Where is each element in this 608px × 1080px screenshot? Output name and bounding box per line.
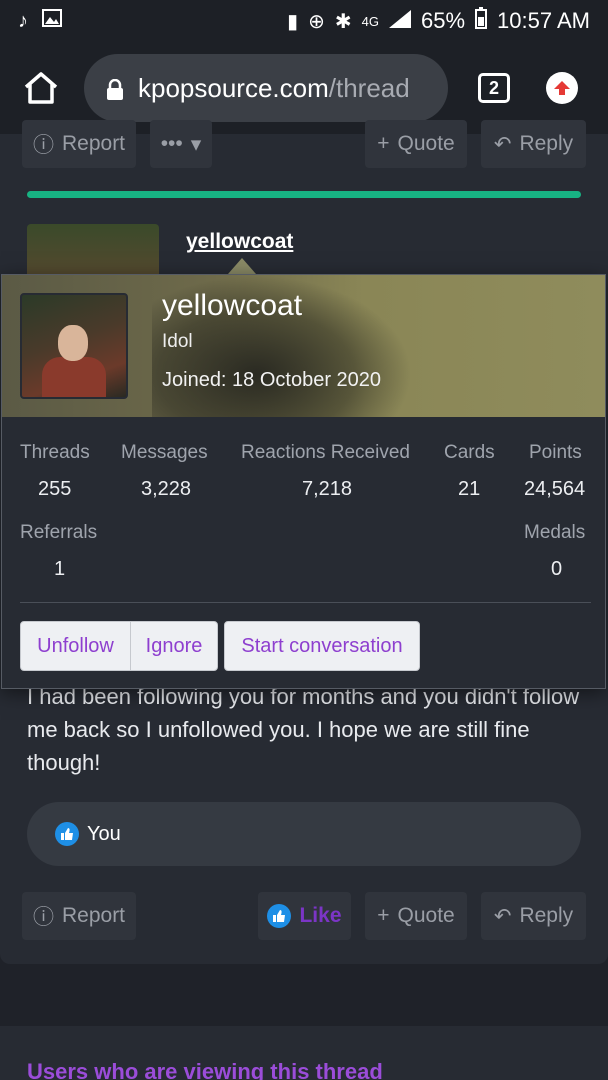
url-host: kpopsource.com bbox=[138, 72, 329, 103]
stat-threads-label: Threads bbox=[20, 442, 90, 463]
bluetooth-icon: ✱ bbox=[334, 10, 352, 33]
stat-points-value: 24,564 bbox=[524, 478, 586, 500]
stat-cards-label: Cards bbox=[444, 442, 495, 463]
post-message: I had been following you for months and … bbox=[27, 684, 580, 775]
warning-icon: ⓘ bbox=[32, 906, 54, 929]
status-bar: ♪ ▮ ⊕ ✱ 4G 65% 10:57 AM bbox=[0, 0, 608, 42]
popup-avatar[interactable] bbox=[20, 293, 128, 399]
stat-messages-label: Messages bbox=[121, 442, 208, 463]
update-icon[interactable] bbox=[546, 72, 578, 104]
reactions-bar[interactable]: You bbox=[27, 802, 581, 866]
stat-medals-value: 0 bbox=[551, 558, 563, 580]
home-icon[interactable] bbox=[22, 69, 60, 107]
stat-points-label: Points bbox=[529, 442, 582, 463]
reply-arrow-icon: ↶ bbox=[493, 132, 512, 156]
popup-joined-date: Joined: 18 October 2020 bbox=[162, 369, 382, 391]
plus-icon: + bbox=[377, 132, 390, 155]
warning-icon: ⓘ bbox=[32, 134, 54, 157]
report-button-top[interactable]: ⓘ Report bbox=[22, 120, 136, 168]
stat-cards-value: 21 bbox=[458, 478, 481, 500]
viewing-section-title[interactable]: Users who are viewing this thread bbox=[27, 1059, 383, 1080]
stat-medals-label: Medals bbox=[524, 522, 586, 543]
popup-username[interactable]: yellowcoat bbox=[162, 289, 302, 323]
poster-username[interactable]: yellowcoat bbox=[186, 230, 293, 254]
tab-switcher-button[interactable]: 2 bbox=[478, 73, 510, 103]
reply-button[interactable]: ↶ Reply bbox=[481, 892, 586, 940]
plus-icon: + bbox=[377, 904, 390, 927]
reply-button-top[interactable]: ↶ Reply bbox=[481, 120, 586, 168]
report-button[interactable]: ⓘ Report bbox=[22, 892, 136, 940]
popup-user-title: Idol bbox=[162, 331, 193, 352]
reply-arrow-icon: ↶ bbox=[493, 904, 512, 928]
post-divider bbox=[27, 191, 581, 198]
chevron-down-icon: ▾ bbox=[190, 132, 202, 156]
popup-caret bbox=[228, 258, 256, 274]
thumbs-up-icon bbox=[267, 904, 292, 928]
thumbs-up-icon bbox=[55, 822, 79, 846]
popup-divider bbox=[20, 602, 591, 603]
stat-referrals-value: 1 bbox=[54, 558, 66, 580]
image-icon bbox=[42, 9, 62, 33]
stat-messages-value[interactable]: 3,228 bbox=[141, 478, 191, 501]
lock-icon bbox=[106, 77, 124, 100]
stat-reactions-value: 7,218 bbox=[302, 478, 353, 500]
clock: 10:57 AM bbox=[497, 8, 590, 33]
battery-icon bbox=[475, 7, 488, 35]
address-bar[interactable]: kpopsource.com/thread bbox=[84, 54, 448, 122]
quote-button-top[interactable]: + Quote bbox=[365, 120, 467, 168]
stat-threads-value: 255 bbox=[38, 478, 72, 500]
signal-icon bbox=[389, 8, 411, 34]
reaction-user: You bbox=[87, 822, 121, 845]
start-conversation-button[interactable]: Start conversation bbox=[224, 621, 420, 671]
unfollow-button[interactable]: Unfollow bbox=[20, 621, 131, 671]
stat-reactions-label: Reactions Received bbox=[241, 442, 410, 463]
more-options-button[interactable]: ••• ▾ bbox=[150, 120, 212, 168]
stat-referrals-label: Referrals bbox=[20, 522, 98, 543]
url-path: /thread bbox=[328, 72, 410, 103]
data-saver-icon: ⊕ bbox=[308, 10, 325, 33]
network-type: 4G bbox=[361, 13, 379, 29]
sd-card-icon: ▮ bbox=[287, 10, 299, 33]
music-note-icon: ♪ bbox=[18, 9, 28, 32]
like-button[interactable]: Like bbox=[258, 892, 351, 940]
quote-button[interactable]: + Quote bbox=[365, 892, 467, 940]
battery-percent: 65% bbox=[421, 8, 466, 33]
member-tooltip: yellowcoat Idol Joined: 18 October 2020 … bbox=[1, 274, 606, 689]
ignore-button[interactable]: Ignore bbox=[130, 621, 218, 671]
